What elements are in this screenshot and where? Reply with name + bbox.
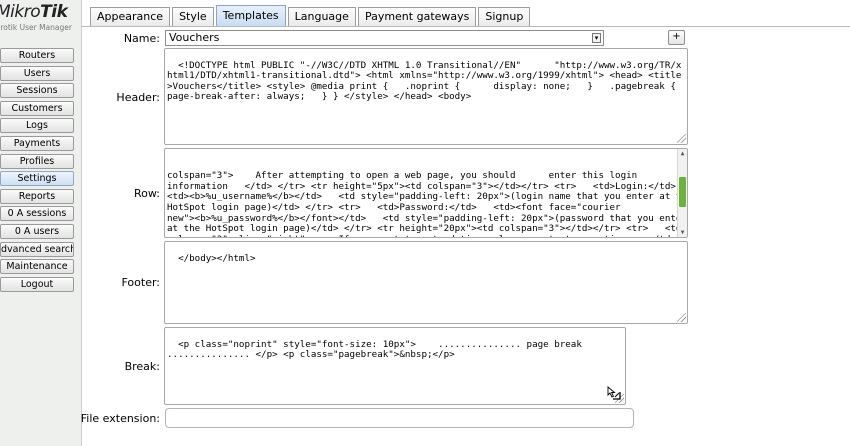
break-label: Break: bbox=[124, 360, 160, 373]
sidebar-nav: Routers Users Sessions Customers Logs Payment… bbox=[0, 48, 74, 294]
resize-grip-icon[interactable] bbox=[677, 313, 686, 322]
file-extension-input[interactable] bbox=[165, 408, 634, 428]
file-extension-label: File extension: bbox=[80, 412, 160, 425]
row-line: HotSpot login page)</td> </tr> <tr> <td>… bbox=[167, 201, 621, 213]
add-template-button[interactable]: + bbox=[668, 30, 685, 45]
logo-subtitle: krotik User Manager bbox=[0, 23, 72, 32]
scroll-thumb[interactable] bbox=[679, 177, 686, 207]
row-textarea[interactable]: colspan="3"> After attempting to open a … bbox=[164, 148, 688, 238]
sidebar-item-reports[interactable]: Reports bbox=[0, 188, 74, 204]
sidebar-item-0-a-users[interactable]: 0 A users bbox=[0, 223, 74, 239]
name-label: Name: bbox=[123, 32, 160, 45]
sidebar-item-dvanced-search[interactable]: dvanced search bbox=[0, 241, 74, 257]
sidebar-item-customers[interactable]: Customers bbox=[0, 100, 74, 116]
header-label: Header: bbox=[116, 91, 160, 104]
row-text: colspan="3"> After attempting to open a … bbox=[167, 171, 687, 237]
name-select[interactable]: Vouchers ▾ bbox=[165, 30, 604, 46]
sidebar-item-0-a-sessions[interactable]: 0 A sessions bbox=[0, 206, 74, 222]
footer-text: </body></html> bbox=[178, 252, 256, 264]
sidebar-item-routers[interactable]: Routers bbox=[0, 48, 74, 63]
scroll-up-icon[interactable]: ▲ bbox=[678, 149, 687, 158]
break-textarea[interactable]: <p class="noprint" style="font-size: 10p… bbox=[164, 327, 626, 405]
row-scrollbar[interactable]: ▲ ▼ bbox=[677, 149, 687, 237]
row-line: colspan="3" align="right"> If you want t… bbox=[167, 234, 676, 237]
sidebar-item-users[interactable]: Users bbox=[0, 65, 74, 81]
sidebar: MikroTik krotik User Manager RoutersUser… bbox=[0, 0, 82, 446]
sidebar-item-payments[interactable]: Payments bbox=[0, 135, 74, 151]
tab-style[interactable]: Style bbox=[172, 7, 214, 26]
tab-appearance[interactable]: Appearance bbox=[90, 7, 171, 26]
break-text: <p class="noprint" style="font-size: 10p… bbox=[167, 338, 588, 361]
sidebar-item-settings[interactable]: Settings bbox=[0, 171, 74, 187]
tab-divider bbox=[82, 26, 850, 27]
settings-tabs: Appearance Style Templates Language Payment … bbox=[90, 5, 532, 27]
tab-signup[interactable]: Signup bbox=[478, 7, 531, 26]
tab-payment-gateways[interactable]: Payment gateways bbox=[357, 7, 477, 26]
header-text: <!DOCTYPE html PUBLIC "-//W3C//DTD XHTML… bbox=[167, 59, 682, 103]
sidebar-item-maintenance[interactable]: Maintenance bbox=[0, 259, 74, 275]
name-select-value: Vouchers bbox=[169, 31, 220, 44]
footer-textarea[interactable]: </body></html> bbox=[164, 241, 688, 324]
row-label: Row: bbox=[134, 187, 160, 200]
sidebar-item-logout[interactable]: Logout bbox=[0, 276, 74, 292]
scroll-down-icon[interactable]: ▼ bbox=[678, 228, 687, 237]
footer-label: Footer: bbox=[121, 276, 160, 289]
tab-templates[interactable]: Templates bbox=[215, 5, 286, 26]
tab-language[interactable]: Language bbox=[287, 7, 356, 26]
sidebar-item-sessions[interactable]: Sessions bbox=[0, 83, 74, 99]
resize-cursor-icon bbox=[607, 386, 621, 400]
chevron-down-icon[interactable]: ▾ bbox=[592, 33, 601, 43]
sidebar-item-logs[interactable]: Logs bbox=[0, 118, 74, 134]
mikrotik-logo: MikroTik krotik User Manager bbox=[0, 2, 86, 38]
resize-grip-icon[interactable] bbox=[677, 134, 686, 143]
header-textarea[interactable]: <!DOCTYPE html PUBLIC "-//W3C//DTD XHTML… bbox=[164, 48, 688, 145]
sidebar-item-profiles[interactable]: Profiles bbox=[0, 153, 74, 169]
